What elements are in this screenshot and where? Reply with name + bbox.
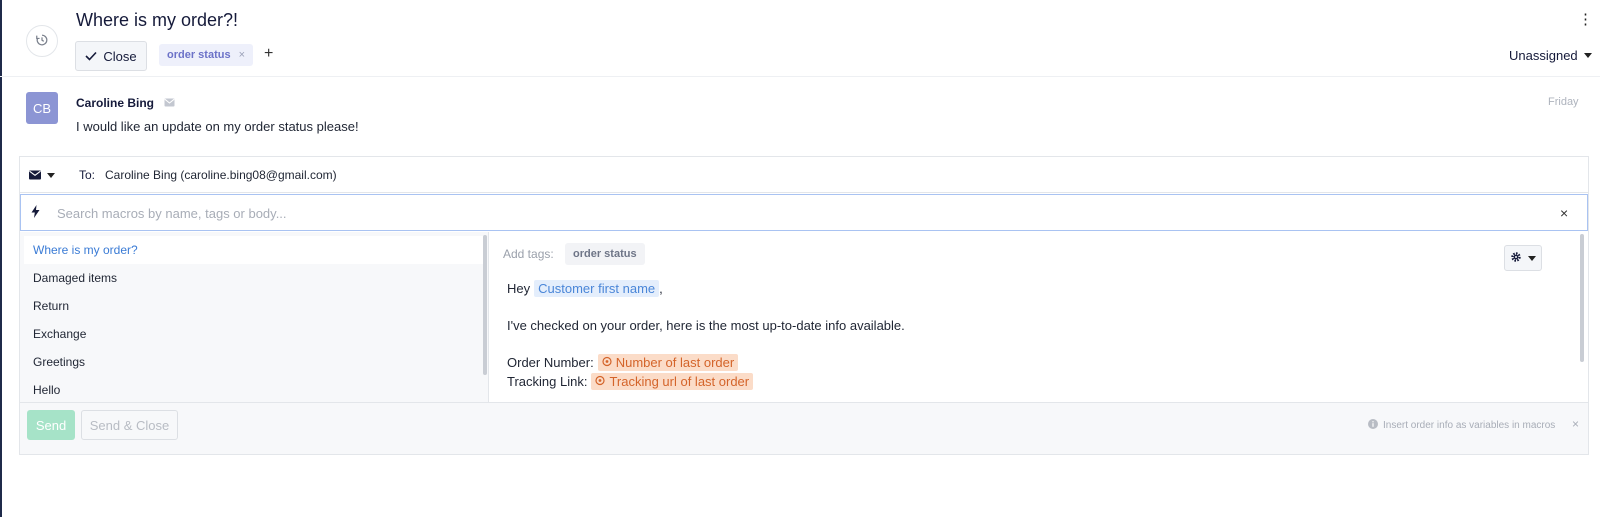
macro-item-damaged-items[interactable]: Damaged items — [24, 264, 484, 292]
macro-settings-button[interactable] — [1504, 245, 1542, 271]
close-button-label: Close — [103, 48, 137, 64]
send-and-close-button[interactable]: Send & Close — [81, 410, 178, 440]
order-number-line: Order Number: Number of last order — [507, 354, 739, 371]
chevron-down-icon — [1528, 255, 1536, 261]
info-icon — [1368, 419, 1378, 432]
reply-editor: To: Caroline Bing (caroline.bing08@gmail… — [19, 156, 1589, 455]
variable-customer-first-name[interactable]: Customer first name — [534, 280, 660, 297]
variable-label: Number of last order — [615, 355, 735, 370]
editor-footer: Send Send & Close Insert order info as v… — [20, 402, 1588, 454]
greeting-line: Hey Customer first name, — [507, 280, 663, 297]
recipient-row: To: Caroline Bing (caroline.bing08@gmail… — [20, 157, 1588, 193]
more-options-icon[interactable]: ⋮ — [1578, 12, 1593, 27]
macro-preview: Add tags: order status Hey Customer firs… — [490, 232, 1588, 402]
message-date: Friday — [1548, 96, 1579, 108]
ticket-header: Where is my order?! Close order status ×… — [0, 0, 1600, 77]
shopify-icon — [602, 355, 612, 370]
variable-order-number[interactable]: Number of last order — [597, 354, 739, 371]
tracking-link-label: Tracking Link: — [507, 374, 588, 389]
preview-scrollbar[interactable] — [1580, 234, 1584, 362]
history-button[interactable] — [26, 25, 58, 57]
add-tags-label: Add tags: — [503, 247, 554, 261]
add-tag-button[interactable]: + — [264, 45, 273, 63]
lightning-icon — [31, 205, 40, 221]
variable-label: Tracking url of last order — [609, 374, 750, 389]
chevron-down-icon — [47, 173, 55, 178]
preview-tag[interactable]: order status — [565, 243, 645, 265]
greeting-text: Hey — [507, 281, 531, 296]
chevron-down-icon — [1583, 53, 1592, 58]
order-number-label: Order Number: — [507, 355, 594, 370]
email-icon — [29, 168, 41, 183]
shopify-icon — [595, 374, 606, 389]
to-label: To: — [79, 168, 96, 182]
body-line-2: I've checked on your order, here is the … — [507, 318, 905, 333]
macro-item-return[interactable]: Return — [24, 292, 484, 320]
message-body: I would like an update on my order statu… — [76, 119, 359, 134]
variables-hint: Insert order info as variables in macros — [1368, 419, 1555, 432]
history-icon — [35, 33, 49, 50]
sender-name[interactable]: Caroline Bing — [76, 96, 154, 110]
email-channel-icon — [164, 96, 175, 110]
message-sender: Caroline Bing — [76, 96, 175, 110]
macro-search-input[interactable] — [57, 202, 1527, 224]
variable-tracking-url[interactable]: Tracking url of last order — [591, 373, 754, 390]
tracking-link-line: Tracking Link: Tracking url of last orde… — [507, 373, 754, 390]
channel-selector[interactable] — [29, 168, 55, 183]
close-ticket-button[interactable]: Close — [75, 41, 147, 71]
close-icon[interactable]: × — [1560, 205, 1568, 221]
macro-list: Where is my order? Damaged items Return … — [20, 232, 489, 402]
hint-text: Insert order info as variables in macros — [1383, 420, 1556, 431]
remove-tag-icon[interactable]: × — [239, 49, 245, 61]
macro-item-greetings[interactable]: Greetings — [24, 348, 484, 376]
assignee-dropdown[interactable]: Unassigned — [1509, 48, 1592, 63]
left-edge-bar — [0, 0, 2, 517]
tag-label: order status — [167, 49, 231, 61]
macro-item-where-is-my-order[interactable]: Where is my order? — [24, 236, 484, 264]
tag-order-status[interactable]: order status × — [159, 44, 254, 66]
check-icon — [85, 49, 97, 64]
macro-search-bar: × — [20, 194, 1588, 231]
ticket-title[interactable]: Where is my order?! — [76, 10, 238, 31]
send-button[interactable]: Send — [27, 410, 75, 440]
gear-icon — [1510, 251, 1522, 266]
recipient-field[interactable]: Caroline Bing (caroline.bing08@gmail.com… — [105, 168, 337, 182]
macro-item-exchange[interactable]: Exchange — [24, 320, 484, 348]
macro-item-hello[interactable]: Hello — [24, 376, 484, 402]
avatar: CB — [26, 92, 58, 124]
dismiss-hint-icon[interactable]: × — [1572, 417, 1579, 431]
greeting-punctuation: , — [659, 281, 663, 296]
macro-list-scrollbar[interactable] — [483, 235, 487, 375]
assignee-label: Unassigned — [1509, 48, 1578, 63]
